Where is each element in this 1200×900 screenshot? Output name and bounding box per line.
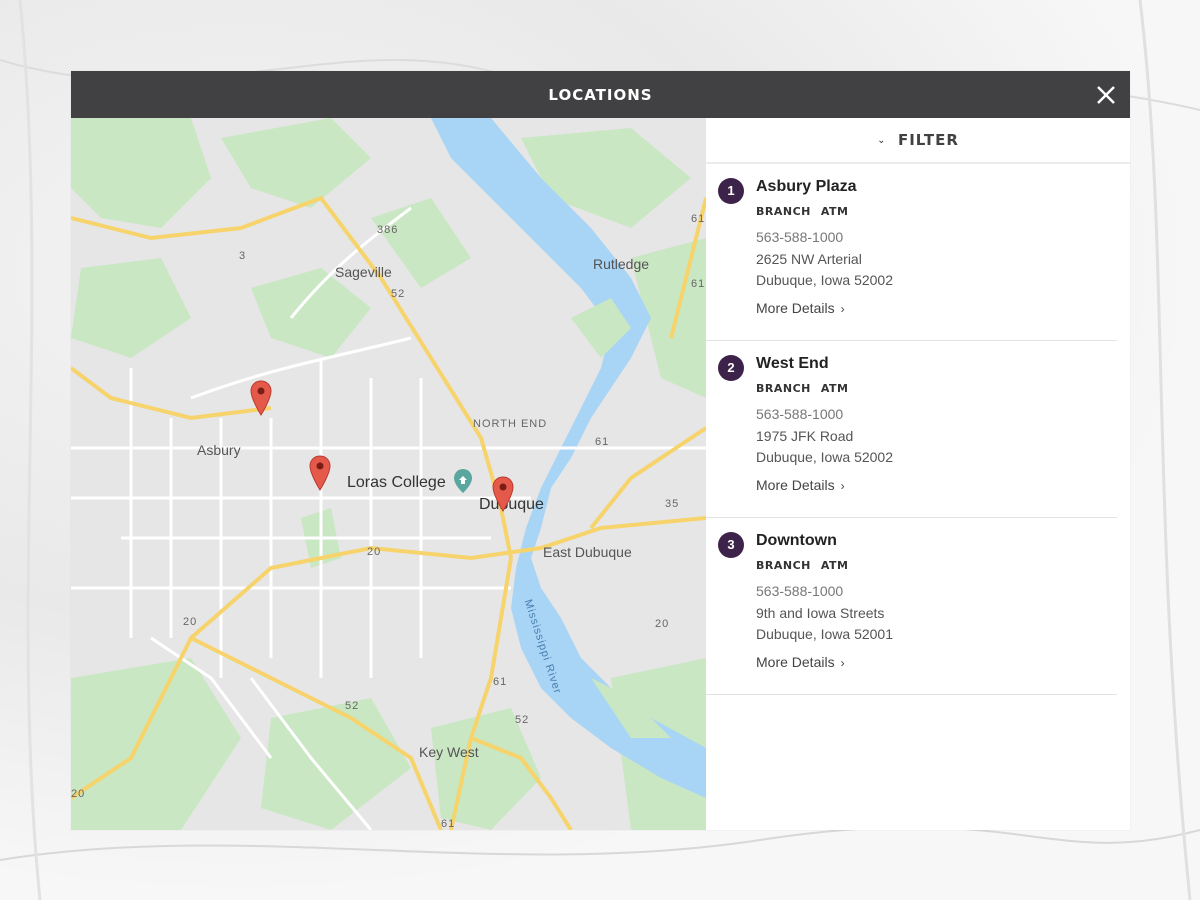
chevron-right-icon: › [840, 479, 845, 493]
locations-panel: ⌄ FILTER 1 Asbury Plaza BRANCH ATM 563-58… [706, 118, 1130, 830]
location-pin-2[interactable] [309, 455, 331, 491]
filter-toggle[interactable]: ⌄ FILTER [706, 118, 1130, 164]
more-details-link[interactable]: More Details › [756, 654, 845, 670]
route-shield-52: 52 [345, 700, 360, 712]
map[interactable]: 3 386 52 61 35 20 20 20 61 52 52 61 20 6… [71, 118, 706, 830]
route-shield-20: 20 [655, 618, 670, 630]
location-item[interactable]: 2 West End BRANCH ATM 563-588-1000 1975 J… [706, 341, 1117, 518]
location-item[interactable]: 1 Asbury Plaza BRANCH ATM 563-588-1000 26… [706, 164, 1117, 341]
map-label-rutledge: Rutledge [593, 256, 650, 272]
map-label-north-end: NORTH END [473, 418, 548, 430]
location-number-badge: 3 [718, 532, 744, 558]
location-number-badge: 1 [718, 178, 744, 204]
close-icon[interactable] [1092, 81, 1120, 109]
route-shield-20: 20 [367, 546, 382, 558]
route-shield-35: 35 [665, 498, 680, 510]
type-atm: ATM [820, 559, 849, 572]
type-atm: ATM [820, 205, 849, 218]
chevron-right-icon: › [840, 302, 845, 316]
location-address-line2: Dubuque, Iowa 52002 [756, 272, 893, 288]
location-address-line2: Dubuque, Iowa 52002 [756, 449, 893, 465]
route-shield-61: 61 [691, 213, 706, 225]
chevron-right-icon: › [840, 656, 845, 670]
modal-header: LOCATIONS [71, 71, 1130, 118]
map-label-loras-college: Loras College [347, 474, 446, 491]
location-types: BRANCH ATM [756, 382, 858, 395]
map-label-east-dubuque: East Dubuque [543, 544, 632, 560]
type-branch: BRANCH [756, 382, 811, 395]
location-phone[interactable]: 563-588-1000 [756, 406, 843, 422]
route-shield-61: 61 [691, 278, 706, 290]
location-address-line1: 1975 JFK Road [756, 428, 854, 444]
location-name[interactable]: Downtown [756, 532, 837, 550]
route-shield-20: 20 [71, 788, 86, 800]
more-details-label: More Details [756, 477, 835, 493]
location-address-line1: 9th and Iowa Streets [756, 605, 885, 621]
location-address-line1: 2625 NW Arterial [756, 251, 862, 267]
map-label-sageville: Sageville [335, 264, 392, 280]
location-name[interactable]: West End [756, 355, 829, 373]
filter-label: FILTER [897, 131, 959, 149]
map-label-key-west: Key West [419, 744, 479, 760]
route-shield-61: 61 [595, 436, 610, 448]
more-details-link[interactable]: More Details › [756, 477, 845, 493]
route-shield-52: 52 [391, 288, 406, 300]
location-types: BRANCH ATM [756, 559, 858, 572]
poi-icon [454, 469, 472, 493]
locations-modal: LOCATIONS 3 386 52 61 35 20 20 20 61 52 … [71, 71, 1130, 830]
location-types: BRANCH ATM [756, 205, 858, 218]
more-details-label: More Details [756, 300, 835, 316]
map-label-asbury: Asbury [197, 442, 241, 458]
route-shield-52: 52 [515, 714, 530, 726]
route-shield-386: 386 [377, 224, 399, 236]
route-shield-61: 61 [441, 818, 456, 830]
location-address-line2: Dubuque, Iowa 52001 [756, 626, 893, 642]
type-branch: BRANCH [756, 205, 811, 218]
location-phone[interactable]: 563-588-1000 [756, 229, 843, 245]
location-name[interactable]: Asbury Plaza [756, 178, 856, 196]
location-pin-3[interactable] [492, 476, 514, 512]
more-details-label: More Details [756, 654, 835, 670]
type-branch: BRANCH [756, 559, 811, 572]
route-shield-20: 20 [183, 616, 198, 628]
route-shield-61: 61 [493, 676, 508, 688]
modal-title: LOCATIONS [548, 86, 653, 104]
more-details-link[interactable]: More Details › [756, 300, 845, 316]
chevron-down-icon: ⌄ [877, 135, 886, 146]
location-pin-1[interactable] [250, 380, 272, 416]
type-atm: ATM [820, 382, 849, 395]
location-number-badge: 2 [718, 355, 744, 381]
location-phone[interactable]: 563-588-1000 [756, 583, 843, 599]
route-shield-3: 3 [239, 250, 247, 262]
location-item[interactable]: 3 Downtown BRANCH ATM 563-588-1000 9th an… [706, 518, 1117, 695]
